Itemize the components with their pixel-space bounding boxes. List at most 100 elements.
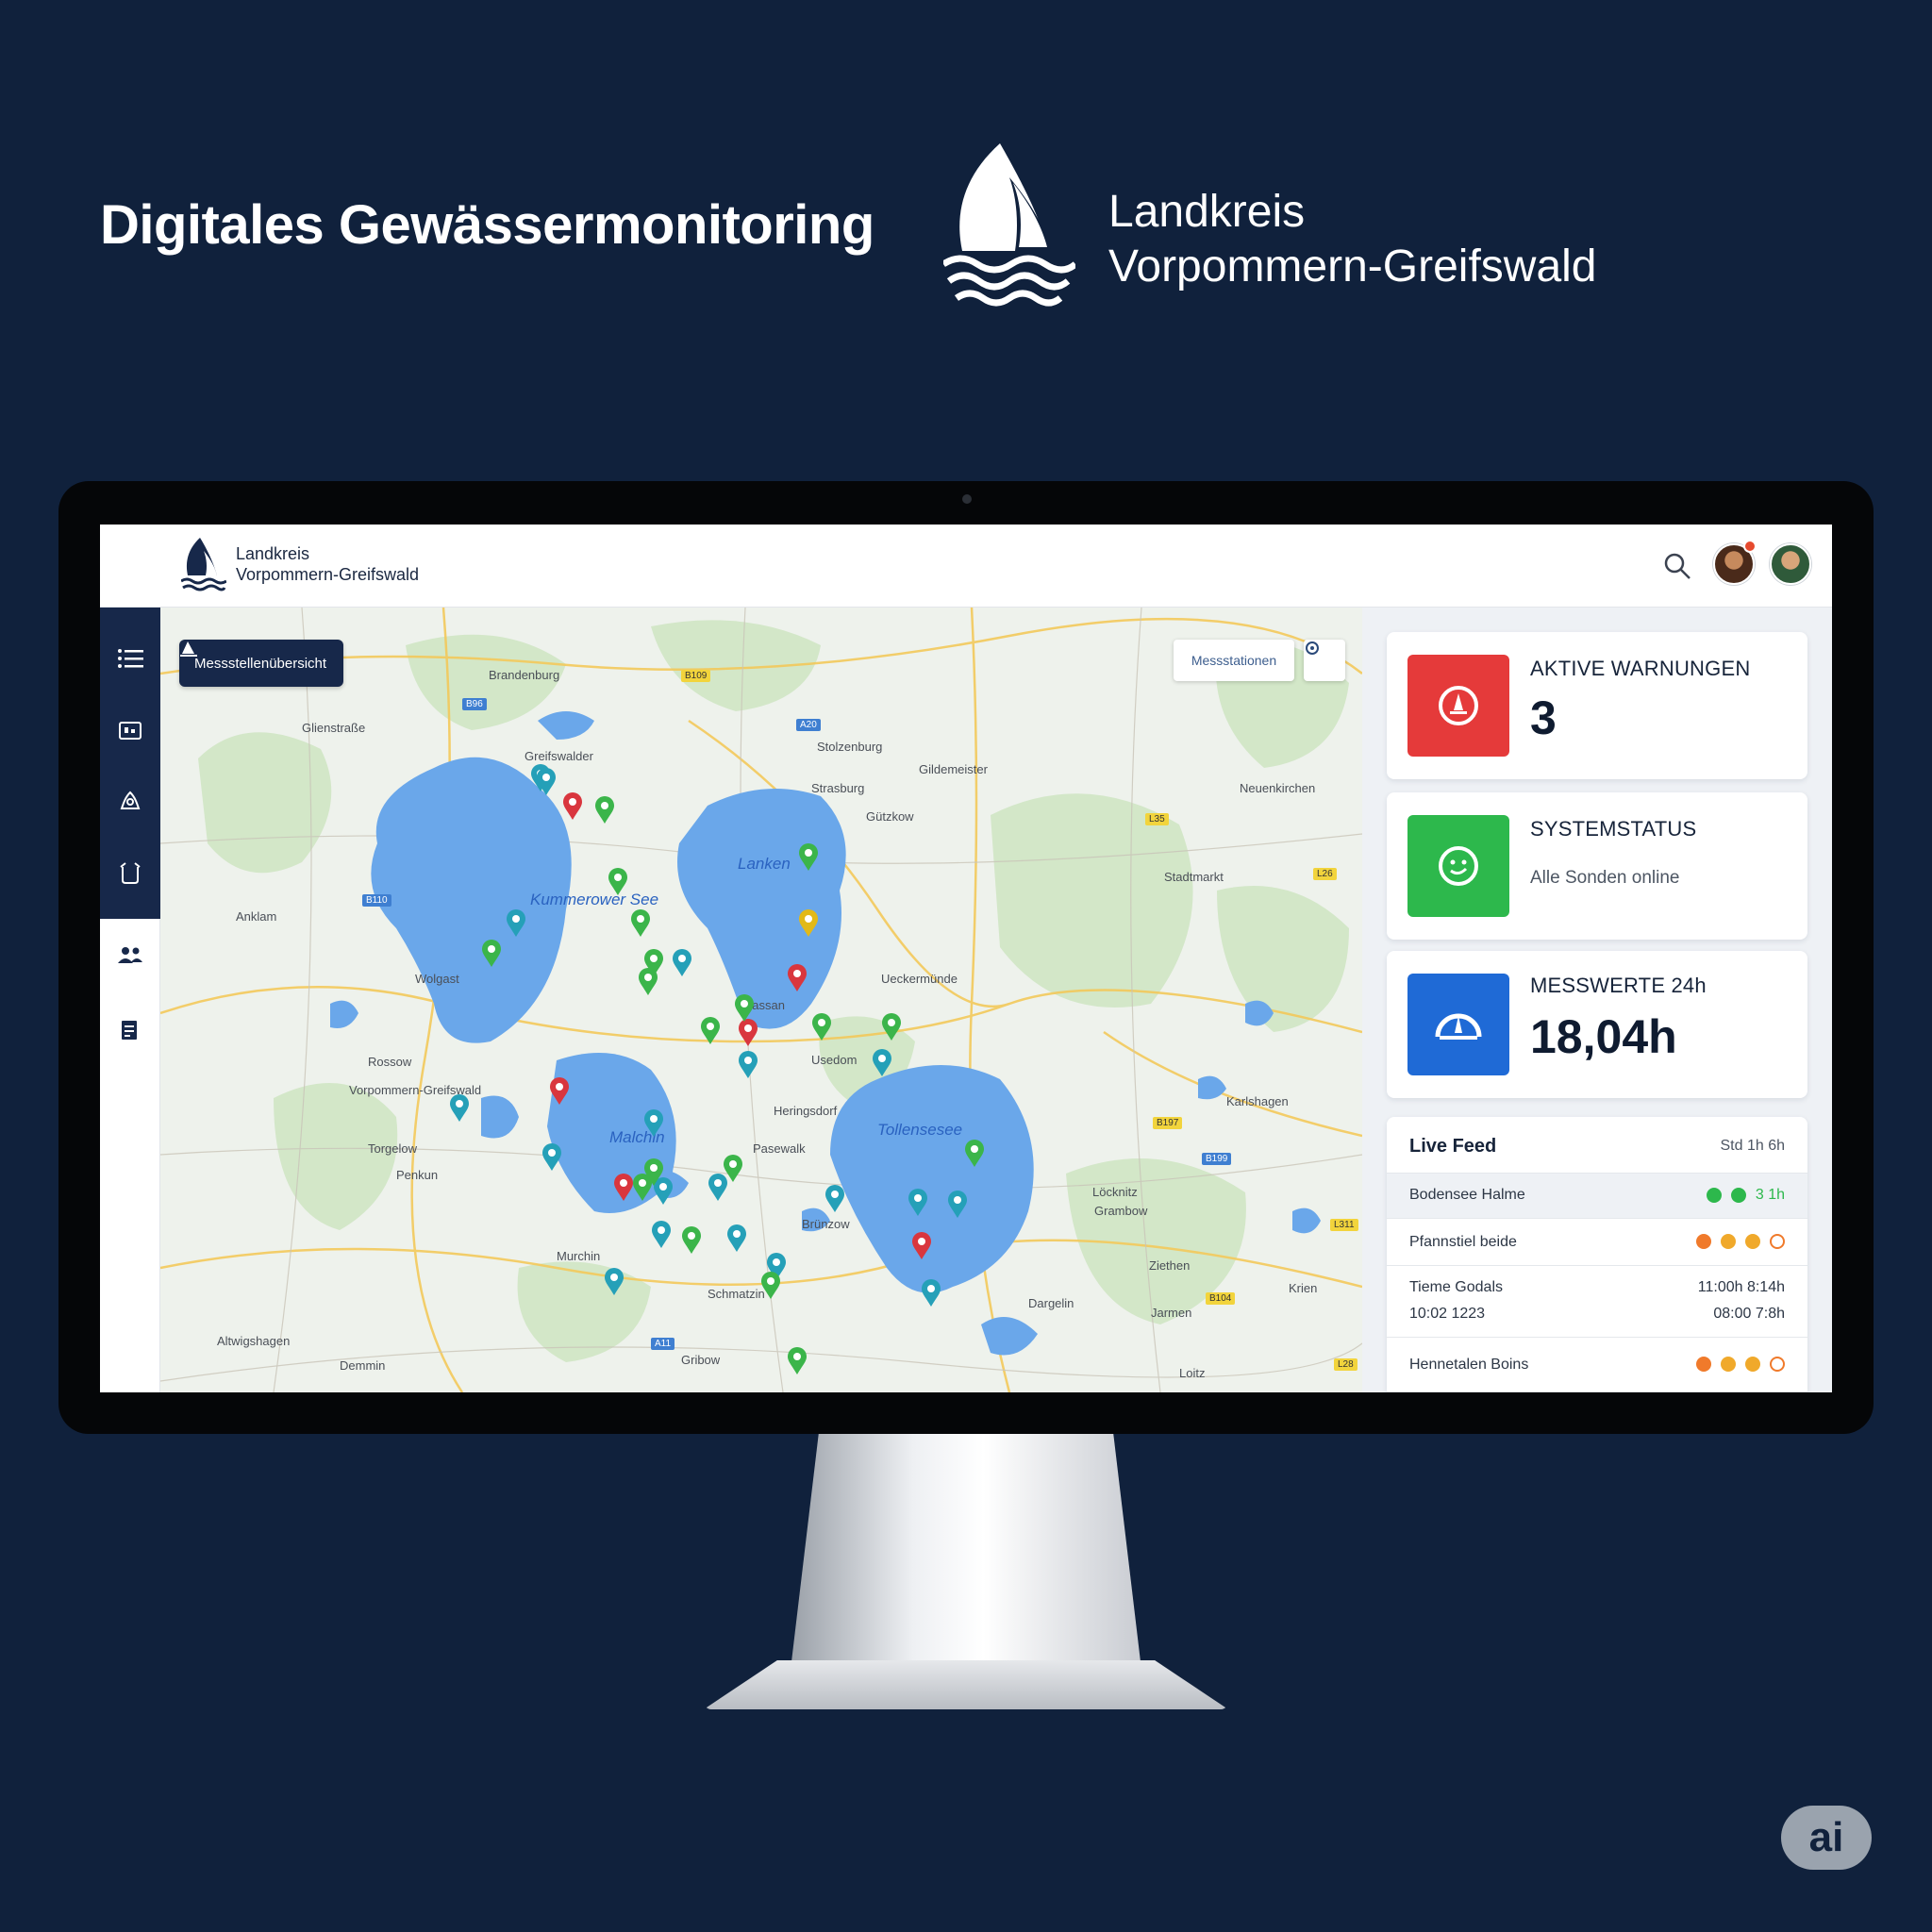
map-place-label: Löcknitz	[1092, 1185, 1138, 1199]
warnings-card[interactable]: AKTIVE WARNUNGEN 3	[1387, 632, 1807, 779]
measurement-station-marker[interactable]	[481, 940, 502, 968]
measurement-station-marker[interactable]	[506, 909, 526, 938]
measurement-station-marker[interactable]	[643, 1109, 664, 1138]
sidebar-item-list[interactable]	[111, 640, 149, 677]
measurement-station-marker[interactable]	[734, 994, 755, 1023]
measurements-title: MESSWERTE 24h	[1530, 974, 1707, 997]
measurement-station-marker[interactable]	[726, 1224, 747, 1253]
measurement-station-marker[interactable]	[613, 1174, 634, 1202]
map-view[interactable]: Brandenburg Glienstraße Greifswalder Sto…	[160, 608, 1362, 1392]
measurement-station-marker[interactable]	[872, 1049, 892, 1077]
feed-row[interactable]: Pfannstiel beide	[1387, 1219, 1807, 1266]
feed-row-name: Hennetalen Boins	[1409, 1357, 1529, 1373]
measurement-station-marker[interactable]	[643, 1158, 664, 1187]
measurement-station-marker[interactable]	[964, 1140, 985, 1168]
map-stations-control[interactable]: Messstationen	[1174, 640, 1294, 681]
measurement-station-marker[interactable]	[798, 909, 819, 938]
sidebar-item-devices[interactable]	[111, 855, 149, 892]
hero-org-name: Landkreis Vorpommern-Greifswald	[1108, 185, 1597, 294]
live-feed-header: Live Feed Std 1h 6h	[1387, 1117, 1807, 1174]
measurement-station-marker[interactable]	[449, 1094, 470, 1123]
map-place-label: Gützkow	[866, 809, 914, 824]
feed-row-name: Bodensee Halme	[1409, 1187, 1525, 1203]
warnings-title: AKTIVE WARNUNGEN	[1530, 657, 1751, 680]
gauge-icon	[1407, 974, 1509, 1075]
map-place-label: Brünzow	[802, 1217, 850, 1231]
measurement-station-marker[interactable]	[536, 768, 557, 796]
app-org-line2: Vorpommern-Greifswald	[236, 565, 420, 584]
sailboat-logo-icon	[943, 143, 1075, 307]
measurement-station-marker[interactable]	[681, 1226, 702, 1255]
measurement-station-marker[interactable]	[798, 843, 819, 872]
feed-row[interactable]: Bodensee Halme 3 1h	[1387, 1174, 1807, 1219]
measurement-station-marker[interactable]	[787, 964, 808, 992]
map-place-label: Gribow	[681, 1353, 721, 1367]
sidebar-item-users[interactable]	[111, 936, 149, 974]
measurements-card[interactable]: MESSWERTE 24h 18,04h	[1387, 951, 1807, 1098]
measurement-station-marker[interactable]	[594, 796, 615, 824]
sidebar-item-alerts[interactable]	[111, 783, 149, 821]
measurement-station-marker[interactable]	[562, 792, 583, 821]
users-icon	[118, 947, 142, 963]
measurement-station-marker[interactable]	[947, 1191, 968, 1219]
monitor-camera	[962, 494, 972, 504]
map-place-label: Torgelow	[368, 1141, 418, 1156]
road-badge: B96	[462, 698, 487, 710]
hero-title: Digitales Gewässermonitoring	[100, 194, 874, 256]
measurement-station-marker[interactable]	[608, 868, 628, 896]
measurement-station-marker[interactable]	[787, 1347, 808, 1375]
road-badge: A11	[651, 1338, 675, 1350]
status-dot	[1696, 1357, 1711, 1372]
measurement-station-marker[interactable]	[908, 1189, 928, 1217]
device-icon	[120, 862, 141, 884]
measurement-station-marker[interactable]	[672, 949, 692, 977]
status-dot	[1745, 1234, 1760, 1249]
measurement-station-marker[interactable]	[738, 1019, 758, 1047]
measurement-station-marker[interactable]	[549, 1077, 570, 1106]
document-icon	[122, 1021, 137, 1040]
live-feed-range[interactable]: Std 1h 6h	[1721, 1138, 1786, 1155]
system-status-card[interactable]: SYSTEMSTATUS Alle Sonden online	[1387, 792, 1807, 940]
monitor-stand	[791, 1434, 1141, 1670]
app-logo-icon	[181, 538, 226, 591]
road-badge: L35	[1145, 813, 1169, 825]
status-dot	[1721, 1357, 1736, 1372]
measurement-station-marker[interactable]	[630, 909, 651, 938]
feed-row-time: 10:02 1223	[1409, 1306, 1486, 1322]
measurement-station-marker[interactable]	[541, 1143, 562, 1172]
measurement-station-marker[interactable]	[824, 1185, 845, 1213]
system-status-title: SYSTEMSTATUS	[1530, 817, 1697, 841]
locate-button[interactable]	[1304, 640, 1345, 681]
search-icon[interactable]	[1662, 551, 1692, 581]
measurement-station-marker[interactable]	[708, 1174, 728, 1202]
map-place-label: Strasburg	[811, 781, 865, 795]
sailboat-icon	[180, 641, 197, 657]
measurement-station-marker[interactable]	[638, 968, 658, 996]
hero-org-line1: Landkreis	[1108, 187, 1306, 237]
status-dot	[1745, 1357, 1760, 1372]
measurement-station-marker[interactable]	[811, 1013, 832, 1041]
sidebar-item-reports[interactable]	[111, 711, 149, 749]
measurement-station-marker[interactable]	[651, 1221, 672, 1249]
app-screen: Landkreis Vorpommern-Greifswald Brandenb…	[100, 525, 1832, 1392]
feed-row[interactable]: Tieme Godals 10:02 1223 11:00h 8:14h 08:…	[1387, 1266, 1807, 1338]
measurement-station-marker[interactable]	[760, 1272, 781, 1300]
map-place-label: Karlshagen	[1226, 1094, 1289, 1108]
feed-row[interactable]: Hennetalen Boins	[1387, 1338, 1807, 1392]
measurement-station-marker[interactable]	[881, 1013, 902, 1041]
sidebar-item-documents[interactable]	[111, 1011, 149, 1049]
status-panel: AKTIVE WARNUNGEN 3 SYSTEMSTATUS Alle Son…	[1362, 608, 1832, 1392]
measurement-station-marker[interactable]	[700, 1017, 721, 1045]
user-avatar-secondary[interactable]	[1770, 543, 1811, 585]
map-place-label: Jarmen	[1151, 1306, 1192, 1320]
measurement-station-marker[interactable]	[911, 1232, 932, 1260]
measurements-value: 18,04h	[1530, 1010, 1677, 1063]
map-place-label: Ziethen	[1149, 1258, 1191, 1273]
measurement-station-marker[interactable]	[604, 1268, 625, 1296]
status-dot	[1770, 1234, 1785, 1249]
layer-toggle-button[interactable]: Messstellenübersicht	[179, 640, 344, 687]
measurement-station-marker[interactable]	[921, 1279, 941, 1307]
measurement-station-marker[interactable]	[738, 1051, 758, 1079]
road-badge: A20	[796, 719, 821, 731]
alert-icon	[120, 791, 141, 809]
